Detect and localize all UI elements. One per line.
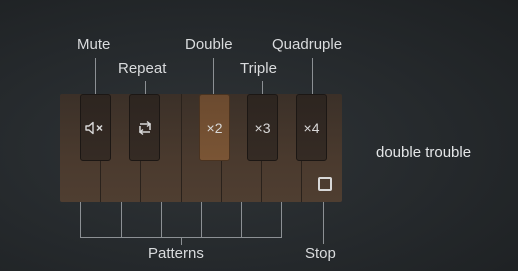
double-leader (213, 58, 214, 96)
white-key-divider (181, 94, 182, 202)
patterns-leader (181, 237, 182, 245)
stop-label: Stop (305, 245, 336, 262)
mute-label: Mute (77, 36, 111, 53)
double-label: Double (185, 36, 233, 53)
quadruple-leader (312, 58, 313, 96)
patterns-bracket-tick (241, 202, 242, 238)
mute-icon (84, 121, 103, 134)
patterns-bracket-left (80, 202, 81, 238)
quadruple-label: Quadruple (272, 36, 343, 53)
patterns-bracket-tick (161, 202, 162, 238)
triple-label: Triple (240, 60, 277, 77)
double-key[interactable]: ×2 (199, 94, 230, 161)
patterns-bracket-tick (121, 202, 122, 238)
patterns-bracket-tick (201, 202, 202, 238)
quadruple-key[interactable]: ×4 (296, 94, 327, 161)
preset-title: double trouble (376, 144, 472, 161)
mute-leader (95, 58, 96, 96)
stop-icon[interactable] (318, 177, 332, 191)
repeat-label: Repeat (118, 60, 167, 77)
repeat-key[interactable] (129, 94, 160, 161)
patterns-label: Patterns (148, 245, 204, 262)
piano-keyboard: ×2 ×3 ×4 (60, 94, 342, 202)
stop-leader (323, 202, 324, 244)
patterns-bracket-right (281, 202, 282, 238)
repeat-icon (138, 120, 151, 135)
mute-key[interactable] (80, 94, 111, 161)
triple-key[interactable]: ×3 (247, 94, 278, 161)
